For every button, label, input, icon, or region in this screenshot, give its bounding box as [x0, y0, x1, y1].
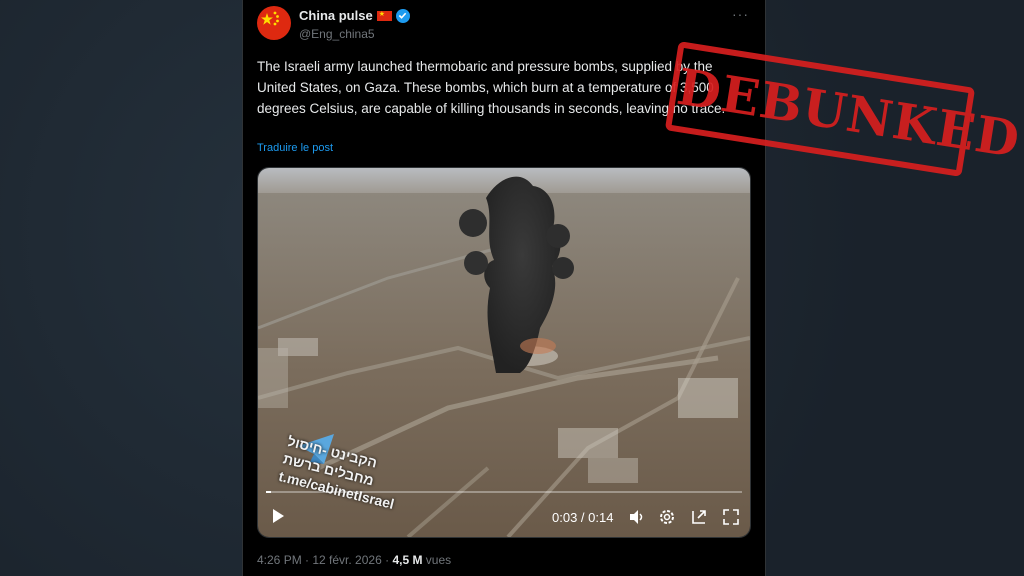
post-timestamp[interactable]: 4:26 PM · 12 févr. 2026	[257, 553, 382, 567]
post-meta: 4:26 PM · 12 févr. 2026 · 4,5 M vues	[257, 553, 451, 567]
video-progress-fill	[266, 491, 271, 493]
volume-icon[interactable]	[628, 508, 646, 526]
author-handle[interactable]: @Eng_china5	[299, 27, 375, 41]
play-icon[interactable]	[270, 508, 286, 524]
time-separator: /	[577, 510, 589, 525]
video-time: 0:03 / 0:14	[552, 510, 613, 525]
current-time: 0:03	[552, 510, 578, 525]
video-player[interactable]: הקבינט -חיסול מחבלים ברשת t.me/cabinetIs…	[257, 167, 751, 538]
cn-flag-icon: ★	[376, 10, 392, 21]
author-name-row: China pulse ★	[299, 8, 410, 23]
picture-in-picture-icon[interactable]	[690, 508, 708, 526]
views-label: vues	[425, 553, 452, 567]
settings-gear-icon[interactable]	[658, 508, 676, 526]
verified-badge-icon	[395, 8, 410, 23]
video-controls: 0:03 / 0:14	[258, 504, 750, 530]
avatar[interactable]	[257, 6, 291, 40]
fullscreen-icon[interactable]	[722, 508, 740, 526]
views-count: 4,5 M	[392, 553, 423, 567]
duration: 0:14	[588, 510, 614, 525]
more-options-icon[interactable]: ···	[732, 6, 749, 22]
meta-separator: ·	[385, 553, 390, 567]
author-display-name[interactable]: China pulse	[299, 8, 373, 23]
china-flag-avatar-icon	[261, 11, 279, 26]
translate-link[interactable]: Traduire le post	[257, 142, 333, 154]
video-progress-bar[interactable]	[266, 491, 742, 493]
